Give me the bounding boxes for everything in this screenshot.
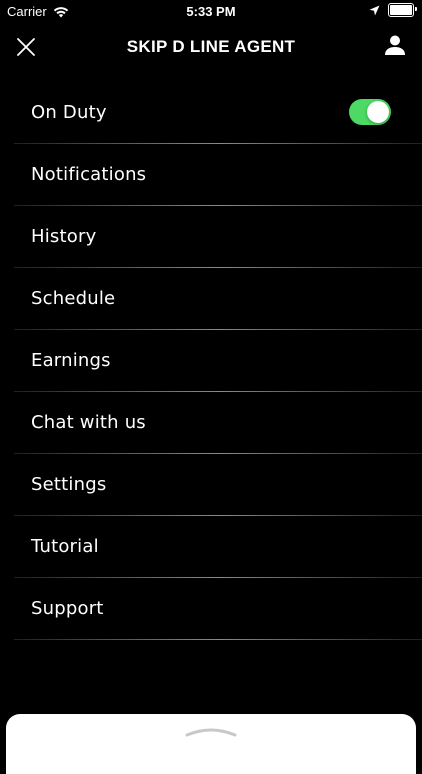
location-arrow-icon — [369, 5, 380, 15]
menu-item-label: Chat with us — [31, 412, 146, 433]
chevron-up-icon[interactable] — [184, 724, 238, 738]
status-time: 5:33 PM — [186, 4, 236, 19]
status-bar: Carrier 5:33 PM — [0, 0, 422, 24]
toggle-knob — [367, 101, 389, 123]
menu-item-notifications[interactable]: Notifications — [0, 144, 422, 206]
menu-item-on-duty: On Duty — [0, 82, 422, 144]
menu-item-tutorial[interactable]: Tutorial — [0, 516, 422, 578]
status-right — [369, 3, 417, 17]
menu-item-earnings[interactable]: Earnings — [0, 330, 422, 392]
menu-item-label: Support — [31, 598, 104, 619]
header: SKIP D LINE AGENT — [0, 24, 422, 70]
battery-cap — [415, 7, 417, 11]
menu-item-label: History — [31, 226, 97, 247]
bottom-sheet[interactable] — [6, 714, 416, 774]
battery-fill — [390, 5, 412, 15]
profile-button[interactable] — [384, 34, 406, 56]
menu-item-schedule[interactable]: Schedule — [0, 268, 422, 330]
battery-icon — [388, 3, 417, 17]
menu-item-chat-with-us[interactable]: Chat with us — [0, 392, 422, 454]
person-icon — [385, 35, 405, 55]
menu-item-history[interactable]: History — [0, 206, 422, 268]
menu-item-support[interactable]: Support — [0, 578, 422, 640]
side-menu: On Duty Notifications History Schedule E… — [0, 82, 422, 640]
menu-item-label: Notifications — [31, 164, 147, 185]
menu-item-label: Earnings — [31, 350, 111, 371]
on-duty-toggle[interactable] — [349, 99, 391, 125]
divider — [14, 639, 422, 640]
menu-item-label: On Duty — [31, 102, 107, 123]
menu-item-label: Settings — [31, 474, 107, 495]
menu-item-label: Tutorial — [31, 536, 99, 557]
page-title: SKIP D LINE AGENT — [126, 37, 296, 56]
menu-item-settings[interactable]: Settings — [0, 454, 422, 516]
menu-item-label: Schedule — [31, 288, 116, 309]
